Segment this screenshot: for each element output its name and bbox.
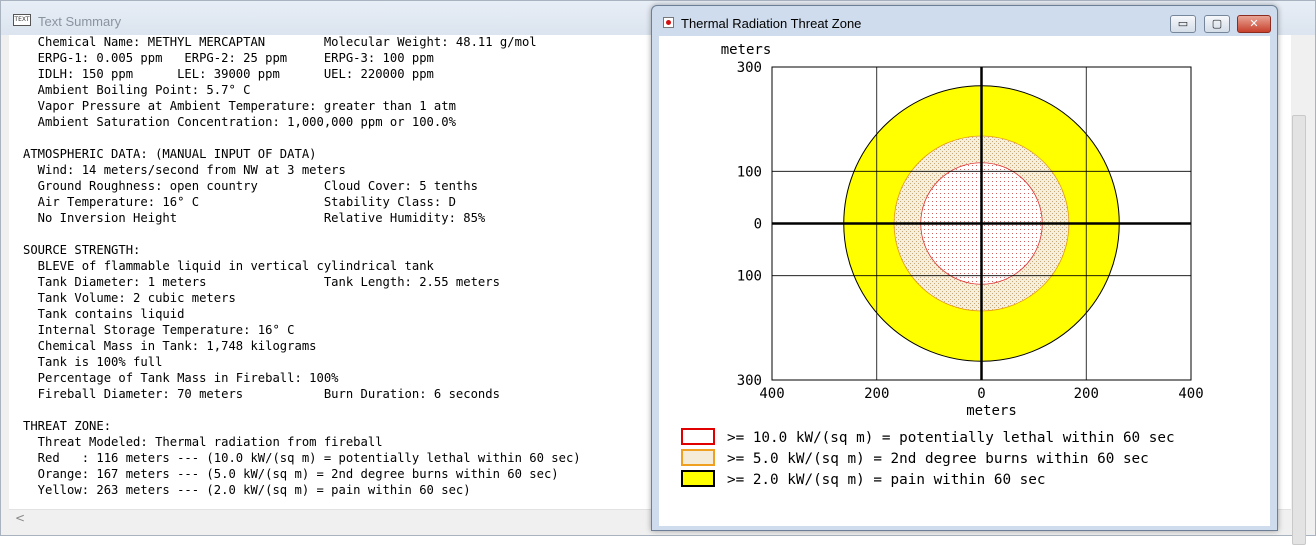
summary-line: Ground Roughness: open country Cloud Cov… xyxy=(23,179,478,193)
minimize-button[interactable]: ▭ xyxy=(1170,15,1196,33)
summary-line: THREAT ZONE: xyxy=(23,419,112,433)
summary-line: Air Temperature: 16° C Stability Class: … xyxy=(23,195,456,209)
summary-line: Yellow: 263 meters --- (2.0 kW/(sq m) = … xyxy=(23,483,471,497)
y-tick-label: 300 xyxy=(737,60,762,76)
summary-line: Chemical Mass in Tank: 1,748 kilograms xyxy=(23,339,317,353)
legend-swatch xyxy=(681,449,715,466)
legend-label: >= 5.0 kW/(sq m) = 2nd degree burns with… xyxy=(727,451,1149,467)
summary-line: IDLH: 150 ppm LEL: 39000 ppm UEL: 220000… xyxy=(23,67,434,81)
y-unit-label: meters xyxy=(721,42,772,58)
summary-line: Tank Volume: 2 cubic meters xyxy=(23,291,236,305)
summary-line: BLEVE of flammable liquid in vertical cy… xyxy=(23,259,434,273)
legend-swatch xyxy=(681,470,715,487)
legend-label: >= 2.0 kW/(sq m) = pain within 60 sec xyxy=(727,472,1045,488)
threat-zone-titlebar[interactable]: Thermal Radiation Threat Zone ▭ ▢ ✕ xyxy=(652,6,1277,36)
maximize-button[interactable]: ▢ xyxy=(1204,15,1230,33)
y-tick-label: 300 xyxy=(737,373,762,389)
summary-line: ERPG-1: 0.005 ppm ERPG-2: 25 ppm ERPG-3:… xyxy=(23,51,434,65)
x-tick-label: 400 xyxy=(759,386,784,402)
summary-line: Orange: 167 meters --- (5.0 kW/(sq m) = … xyxy=(23,467,559,481)
y-tick-label: 100 xyxy=(737,269,762,285)
summary-line: Tank is 100% full xyxy=(23,355,163,369)
text-window-icon: TEXT xyxy=(13,14,31,26)
summary-line: Vapor Pressure at Ambient Temperature: g… xyxy=(23,99,456,113)
summary-line: SOURCE STRENGTH: xyxy=(23,243,141,257)
summary-line: Ambient Boiling Point: 5.7° C xyxy=(23,83,251,97)
summary-line: Chemical Name: METHYL MERCAPTAN Molecula… xyxy=(23,35,537,49)
y-tick-label: 0 xyxy=(754,217,762,233)
scroll-left-arrow-icon[interactable]: < xyxy=(15,511,25,525)
summary-line: Ambient Saturation Concentration: 1,000,… xyxy=(23,115,456,129)
summary-line: Percentage of Tank Mass in Fireball: 100… xyxy=(23,371,339,385)
x-tick-label: 400 xyxy=(1178,386,1203,402)
summary-line xyxy=(23,402,581,418)
threat-zone-title: Thermal Radiation Threat Zone xyxy=(681,16,862,31)
threat-zone-chart: 400 200 0 200 4003001000100300metersmeters>=… xyxy=(681,42,1204,488)
x-tick-label: 0 xyxy=(977,386,985,402)
legend-swatch xyxy=(681,428,715,445)
summary-line: Red : 116 meters --- (10.0 kW/(sq m) = p… xyxy=(23,451,581,465)
x-tick-label: 200 xyxy=(864,386,889,402)
summary-line: Tank contains liquid xyxy=(23,307,185,321)
summary-line xyxy=(23,226,581,242)
summary-line: Threat Modeled: Thermal radiation from f… xyxy=(23,435,383,449)
legend-label: >= 10.0 kW/(sq m) = potentially lethal w… xyxy=(727,430,1175,446)
summary-line xyxy=(23,130,581,146)
text-summary-body: Chemical Name: METHYL MERCAPTAN Molecula… xyxy=(23,34,581,498)
x-unit-label: meters xyxy=(966,403,1017,419)
threat-zone-plot-area: 400 200 0 200 400 300 100 0 100 300 meters meters >=… xyxy=(659,36,1270,526)
summary-line: No Inversion Height Relative Humidity: 8… xyxy=(23,211,486,225)
threat-zone-window: Thermal Radiation Threat Zone ▭ ▢ ✕ 400 2… xyxy=(651,5,1278,531)
summary-line: Internal Storage Temperature: 16° C xyxy=(23,323,295,337)
summary-line: Fireball Diameter: 70 meters Burn Durati… xyxy=(23,387,500,401)
vertical-scroll-thumb[interactable] xyxy=(1292,115,1306,545)
vertical-scrollbar[interactable] xyxy=(1291,35,1308,545)
text-summary-title: Text Summary xyxy=(38,14,122,29)
close-button[interactable]: ✕ xyxy=(1237,15,1271,33)
x-tick-label: 200 xyxy=(1074,386,1099,402)
threat-zone-window-icon xyxy=(663,17,674,28)
summary-line: ATMOSPHERIC DATA: (MANUAL INPUT OF DATA) xyxy=(23,147,317,161)
summary-line: Wind: 14 meters/second from NW at 3 mete… xyxy=(23,163,346,177)
y-tick-label: 100 xyxy=(737,164,762,180)
summary-line: Tank Diameter: 1 meters Tank Length: 2.5… xyxy=(23,275,500,289)
